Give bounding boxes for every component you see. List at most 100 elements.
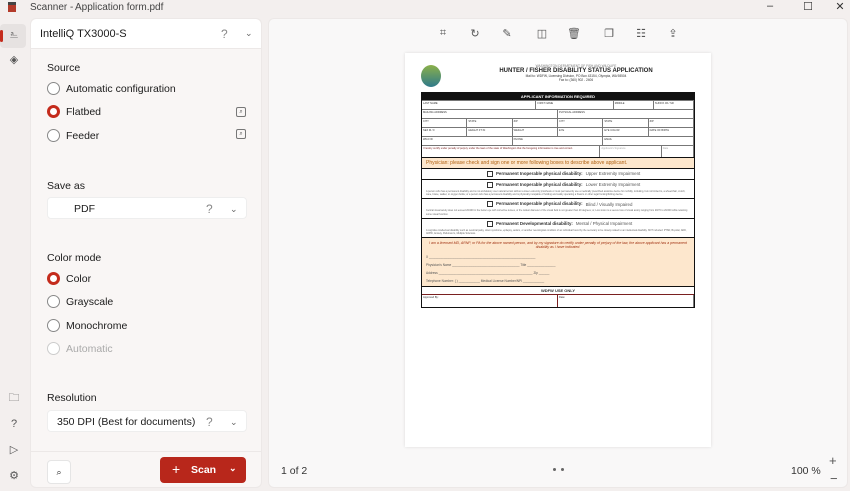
resolution-value: 350 DPI (Best for documents) xyxy=(57,416,196,428)
document-page: WASHINGTON DEPARTMENT OF FISH AND WILDLI… xyxy=(405,53,711,447)
title-bar: Scanner - Application form.pdf – ☐ ✕ xyxy=(0,0,850,14)
field: SEX M / F xyxy=(422,128,468,136)
help-icon[interactable]: ? xyxy=(206,415,213,429)
feedback-icon[interactable]: ▷ xyxy=(4,440,24,460)
wdfw-logo xyxy=(421,65,441,87)
device-selector[interactable]: IntelliQ TX3000-S ? ⌄ xyxy=(31,19,261,49)
category-developmental: Permanent Developmental disability: Menta… xyxy=(422,219,694,239)
field: EYE xyxy=(558,128,604,136)
reorder-icon[interactable]: ☷ xyxy=(633,27,649,43)
color-mode-label: Color mode xyxy=(47,252,102,264)
crop-icon[interactable]: ⌗ xyxy=(435,27,451,43)
delete-icon[interactable]: 🗑 xyxy=(566,27,582,43)
applicant-signature: Applicant's Signature xyxy=(600,146,662,157)
scan-button[interactable]: + Scan ⌄ xyxy=(160,457,246,483)
zoom-level: 100 % xyxy=(791,465,821,477)
field: FIRST NAME xyxy=(536,101,614,109)
device-name: IntelliQ TX3000-S xyxy=(40,28,127,40)
radio-label: Monochrome xyxy=(66,319,128,332)
scan-options-chevron-icon[interactable]: ⌄ xyxy=(229,463,237,474)
page-indicator: 1 of 2 xyxy=(281,465,308,477)
field: EMAIL xyxy=(603,137,695,145)
radio-label: Color xyxy=(66,272,92,285)
radio-label: Feeder xyxy=(66,129,100,142)
radio-automatic-configuration[interactable]: Automatic configuration xyxy=(47,82,176,95)
field: EYE COLOR xyxy=(603,128,649,136)
resolution-label: Resolution xyxy=(47,392,97,404)
split-icon[interactable]: ◫ xyxy=(534,27,550,43)
radio-label: Automatic xyxy=(66,342,113,355)
applicant-section: APPLICANT INFORMATION REQUIRED LAST NAME… xyxy=(421,92,695,309)
help-icon[interactable]: ? xyxy=(4,414,24,434)
folder-icon[interactable]: 🗀 xyxy=(4,388,24,408)
zoom-in-button[interactable]: + xyxy=(829,453,837,468)
page-dot-2[interactable] xyxy=(561,468,564,471)
field: MIDDLE xyxy=(614,101,654,109)
share-icon[interactable]: ⇪ xyxy=(665,27,681,43)
field: ZIP xyxy=(513,119,558,127)
radio-color[interactable]: Color xyxy=(47,272,91,285)
radio-flatbed[interactable]: Flatbed xyxy=(47,105,101,118)
preview-button[interactable]: ⌕ xyxy=(47,460,71,484)
physician-banner: Physician: please check and sign one or … xyxy=(422,157,694,169)
settings-icon[interactable]: ⚙ xyxy=(4,466,24,486)
radio-feeder[interactable]: Feeder xyxy=(47,129,99,142)
scan-settings-panel: IntelliQ TX3000-S ? ⌄ Source Automatic c… xyxy=(30,18,262,488)
form-header: WASHINGTON DEPARTMENT OF FISH AND WILDLI… xyxy=(421,63,695,89)
panel-footer: ⌕ + Scan ⌄ xyxy=(31,451,261,488)
field: HEIGHT FT IN xyxy=(467,128,513,136)
field: PHYSICAL ADDRESS xyxy=(558,110,694,118)
rotate-icon[interactable]: ↻ xyxy=(467,27,483,43)
scan-icon[interactable]: ⎁ xyxy=(4,25,24,45)
radio-monochrome[interactable]: Monochrome xyxy=(47,319,127,332)
field: STATE xyxy=(467,119,513,127)
field: SUFFIX JR / SR xyxy=(654,101,694,109)
save-as-label: Save as xyxy=(47,180,85,192)
scan-label: Scan xyxy=(191,464,217,476)
applicant-header: APPLICANT INFORMATION REQUIRED xyxy=(520,94,596,99)
chevron-down-icon[interactable]: ⌄ xyxy=(245,28,253,39)
category-blind: Permanent Inoperable physical disability… xyxy=(422,199,694,219)
resolution-dropdown[interactable]: 350 DPI (Best for documents) ? ⌄ xyxy=(47,410,247,432)
radio-grayscale[interactable]: Grayscale xyxy=(47,295,113,308)
application-form: WASHINGTON DEPARTMENT OF FISH AND WILDLI… xyxy=(421,63,695,309)
chevron-down-icon: ⌄ xyxy=(230,204,238,214)
radio-automatic: Automatic xyxy=(47,342,113,355)
date-field: Date: xyxy=(558,295,694,308)
maximize-button[interactable]: ☐ xyxy=(798,0,818,14)
field: ZIP xyxy=(649,119,694,127)
save-as-value: PDF xyxy=(74,203,95,215)
field: PHONE xyxy=(513,137,604,145)
markup-icon[interactable]: ✎ xyxy=(499,27,515,43)
file-name: Application form.pdf xyxy=(75,2,164,13)
app-logo-icon xyxy=(8,2,16,12)
device-help-icon[interactable]: ? xyxy=(221,27,228,41)
field: DATE OF BIRTH xyxy=(649,128,694,136)
field: CITY xyxy=(558,119,604,127)
preview-flatbed-icon[interactable]: ⌕ xyxy=(236,107,246,117)
wdfw-use-only: WDFW USE ONLY xyxy=(422,286,694,296)
copy-icon[interactable]: ❐ xyxy=(601,27,617,43)
field: STATE xyxy=(603,119,649,127)
zoom-out-button[interactable]: − xyxy=(830,471,838,486)
certify-text: I hereby certify under penalty of perjur… xyxy=(422,146,601,157)
minimize-button[interactable]: – xyxy=(760,0,780,14)
field: WEIGHT xyxy=(513,128,558,136)
field: MAILING ADDRESS xyxy=(422,110,558,118)
save-as-dropdown[interactable]: PDF ? ⌄ xyxy=(47,197,247,219)
field: WILD ID xyxy=(422,137,513,145)
page-dot-1[interactable] xyxy=(553,468,556,471)
layers-icon[interactable]: ◈ xyxy=(4,50,24,70)
date-label: Date xyxy=(662,146,694,157)
help-icon[interactable]: ? xyxy=(206,202,213,216)
source-label: Source xyxy=(47,62,81,74)
close-button[interactable]: ✕ xyxy=(830,0,850,14)
app-name: Scanner - xyxy=(30,2,74,13)
radio-label: Grayscale xyxy=(66,295,114,308)
physician-attestation: I am a licensed MD, ARNP, or PA for the … xyxy=(422,238,694,287)
preview-feeder-icon[interactable]: ⌕ xyxy=(236,129,246,139)
approved-by: Approved By: xyxy=(422,295,558,308)
field: CITY xyxy=(422,119,468,127)
radio-label: Automatic configuration xyxy=(66,82,176,95)
fax-to: Fax to: (360) 902 - 2406 xyxy=(558,78,594,82)
